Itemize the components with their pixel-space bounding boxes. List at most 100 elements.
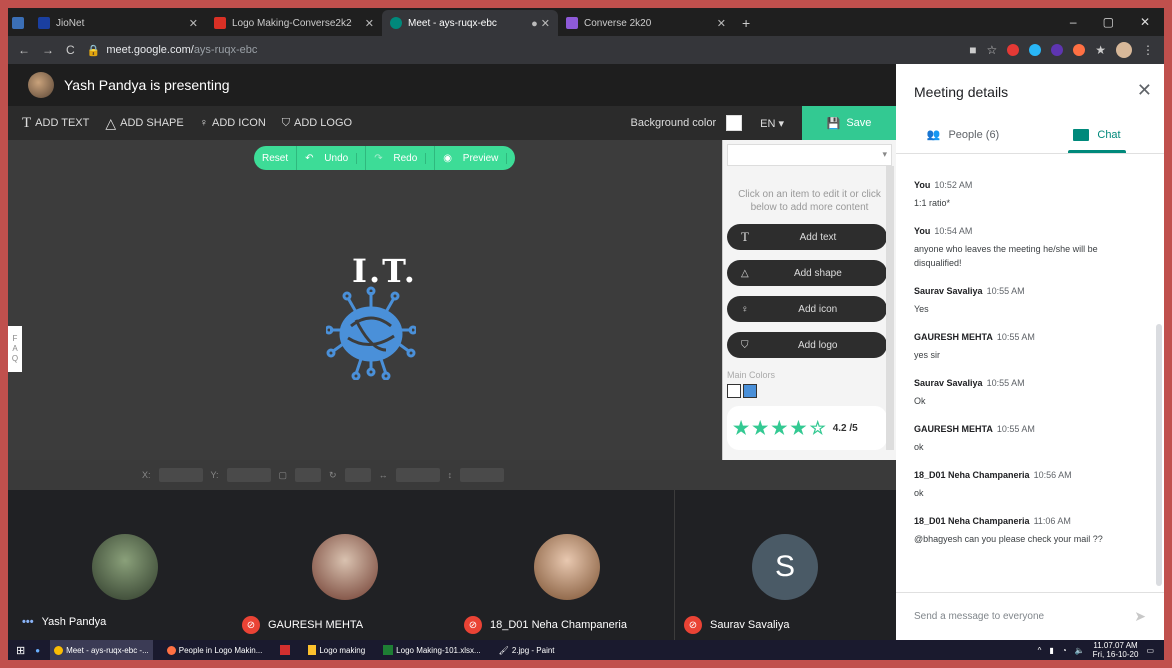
y-input[interactable] bbox=[226, 468, 271, 482]
participant-tile[interactable]: ⊘ GAURESH MEHTA bbox=[232, 490, 452, 640]
taskbar-item[interactable]: 🖌 2.jpg - Paint bbox=[495, 640, 559, 660]
windows-start-icon[interactable]: ⊞ bbox=[16, 644, 25, 657]
add-logo-panel-button[interactable]: ⛉ Add logo bbox=[727, 332, 887, 358]
label: ADD SHAPE bbox=[120, 117, 184, 129]
save-button[interactable]: 💾 Save bbox=[802, 106, 896, 140]
chat-input[interactable]: Send a message to everyone ➤ bbox=[896, 592, 1164, 640]
tab-title: Converse 2k20 bbox=[584, 17, 652, 29]
label: Add text bbox=[799, 231, 837, 243]
back-icon[interactable]: ← bbox=[18, 43, 30, 57]
tab-title: Logo Making-Converse2k20 - bh bbox=[232, 17, 352, 29]
add-logo-button[interactable]: ⛉ ADD LOGO bbox=[282, 117, 352, 130]
chrome-icon bbox=[54, 645, 64, 655]
puzzle-icon[interactable]: ★ bbox=[1095, 43, 1106, 57]
faq-tab[interactable]: F A Q bbox=[8, 326, 22, 372]
taskbar-item[interactable]: Logo Making-101.xlsx... bbox=[379, 640, 485, 660]
color-swatch-blue[interactable] bbox=[743, 384, 757, 398]
minimize-icon[interactable]: – bbox=[1070, 15, 1077, 29]
timestamp: 10:52 AM bbox=[934, 180, 973, 190]
close-icon[interactable]: ✕ bbox=[189, 17, 198, 30]
tab-logo-making[interactable]: Logo Making-Converse2k20 - bh ✕ bbox=[206, 10, 382, 36]
star-icon[interactable]: ★ bbox=[752, 418, 768, 439]
add-shape-button[interactable]: △ ADD SHAPE bbox=[105, 115, 183, 132]
taskbar-item[interactable]: Logo making bbox=[304, 640, 369, 660]
taskbar-item[interactable]: People in Logo Makin... bbox=[163, 640, 267, 660]
brain-circuit-logo[interactable] bbox=[326, 286, 416, 380]
close-icon[interactable]: ✕ bbox=[365, 17, 374, 30]
add-icon-button[interactable]: ♀ ADD ICON bbox=[200, 117, 266, 129]
participant-tile[interactable]: ••• Yash Pandya bbox=[8, 490, 228, 640]
tab-chat[interactable]: Chat bbox=[1030, 116, 1164, 153]
height-input[interactable] bbox=[460, 468, 505, 482]
avatar bbox=[534, 534, 600, 600]
extension-icon[interactable] bbox=[1029, 44, 1042, 56]
triangle-icon: △ bbox=[105, 114, 117, 131]
reset-button[interactable]: Reset bbox=[254, 146, 298, 170]
clock-time: 11.07.07 AM bbox=[1093, 641, 1138, 650]
star-icon[interactable]: ★ bbox=[771, 418, 787, 439]
windows-taskbar: ⊞ ● Meet - ays-ruqx-ebc -... People in L… bbox=[8, 640, 1164, 660]
close-icon[interactable]: ✕ bbox=[1137, 80, 1152, 101]
close-window-icon[interactable]: ✕ bbox=[1140, 15, 1150, 29]
taskbar-item[interactable]: Meet - ays-ruqx-ebc -... bbox=[50, 640, 153, 660]
design-canvas[interactable]: Reset ↶ Undo ↷ Redo ◉ Preview F A Q I.T. bbox=[8, 140, 722, 460]
tab-people[interactable]: 👥 People (6) bbox=[896, 116, 1030, 153]
background-color-swatch[interactable] bbox=[726, 115, 743, 131]
participant-tile[interactable]: ⊘ 18_D01 Neha Champaneria bbox=[454, 490, 674, 640]
x-input[interactable] bbox=[158, 468, 203, 482]
extension-icon[interactable] bbox=[1073, 44, 1086, 56]
panel-scrollbar[interactable] bbox=[886, 166, 894, 450]
message-text: anyone who leaves the meeting he/she wil… bbox=[914, 244, 1098, 268]
tab-meet[interactable]: Meet - ays-ruqx-ebc ● ✕ bbox=[382, 10, 558, 36]
volume-icon[interactable]: 🔈 bbox=[1075, 646, 1085, 655]
star-outline-icon[interactable]: ☆ bbox=[810, 418, 826, 439]
new-tab-button[interactable]: + bbox=[734, 10, 760, 36]
app-icon bbox=[8, 10, 30, 36]
battery-icon[interactable]: ▮ bbox=[1049, 646, 1053, 655]
maximize-icon[interactable]: ▢ bbox=[1103, 15, 1114, 29]
label: ADD TEXT bbox=[35, 117, 90, 129]
notification-icon[interactable]: ▭ bbox=[1146, 646, 1154, 655]
logo-text[interactable]: I.T. bbox=[352, 252, 417, 290]
color-swatch-white[interactable] bbox=[727, 384, 741, 398]
presenter-avatar bbox=[28, 72, 54, 98]
url-field[interactable]: 🔒 meet.google.com/ays-ruqx-ebc bbox=[87, 44, 958, 57]
menu-icon[interactable]: ⋮ bbox=[1142, 43, 1154, 57]
add-text-button[interactable]: T ADD TEXT bbox=[22, 115, 89, 132]
star-icon[interactable]: ★ bbox=[790, 418, 806, 439]
star-icon[interactable]: ☆ bbox=[986, 43, 997, 57]
tab-title: Meet - ays-ruqx-ebc bbox=[408, 17, 497, 29]
rotate-input[interactable] bbox=[344, 468, 371, 482]
add-text-panel-button[interactable]: T Add text bbox=[727, 224, 887, 250]
bulb-icon: ♀ bbox=[199, 117, 208, 129]
star-icon[interactable]: ★ bbox=[733, 418, 749, 439]
tab-jionet[interactable]: JioNet ✕ bbox=[30, 10, 206, 36]
network-icon[interactable]: ◔ bbox=[1062, 646, 1067, 655]
camera-icon[interactable]: ■ bbox=[969, 43, 976, 57]
undo-button[interactable]: ↶ Undo bbox=[297, 146, 367, 170]
search-icon[interactable]: ● bbox=[35, 646, 40, 655]
taskbar-item[interactable] bbox=[276, 640, 294, 660]
add-shape-panel-button[interactable]: △ Add shape bbox=[727, 260, 887, 286]
redo-button[interactable]: ↷ Redo bbox=[366, 146, 436, 170]
add-icon-panel-button[interactable]: ♀ Add icon bbox=[727, 296, 887, 322]
participant-name: ⊘ Saurav Savaliya bbox=[684, 616, 790, 634]
reload-icon[interactable]: C bbox=[66, 43, 75, 57]
clock[interactable]: 11.07.07 AM Fri, 16-10-20 bbox=[1093, 641, 1139, 659]
preview-button[interactable]: ◉ Preview bbox=[435, 146, 515, 170]
forward-icon[interactable]: → bbox=[42, 43, 54, 57]
width-input[interactable] bbox=[395, 468, 440, 482]
chevron-up-icon[interactable]: ^ bbox=[1038, 646, 1042, 655]
profile-avatar[interactable] bbox=[1116, 42, 1132, 58]
send-icon[interactable]: ➤ bbox=[1134, 608, 1146, 625]
chat-scrollbar[interactable] bbox=[1156, 324, 1162, 586]
extension-icon[interactable] bbox=[1051, 44, 1064, 56]
close-icon[interactable]: ✕ bbox=[717, 17, 726, 30]
tab-converse[interactable]: Converse 2k20 ✕ bbox=[558, 10, 734, 36]
language-select[interactable]: EN ▾ bbox=[760, 117, 784, 130]
participant-tile[interactable]: S ⊘ Saurav Savaliya bbox=[676, 490, 896, 640]
layer-input[interactable] bbox=[295, 468, 322, 482]
recording-dot-close-icon[interactable]: ● ✕ bbox=[531, 17, 550, 30]
element-select[interactable] bbox=[727, 144, 892, 166]
extension-icon[interactable] bbox=[1007, 44, 1020, 56]
